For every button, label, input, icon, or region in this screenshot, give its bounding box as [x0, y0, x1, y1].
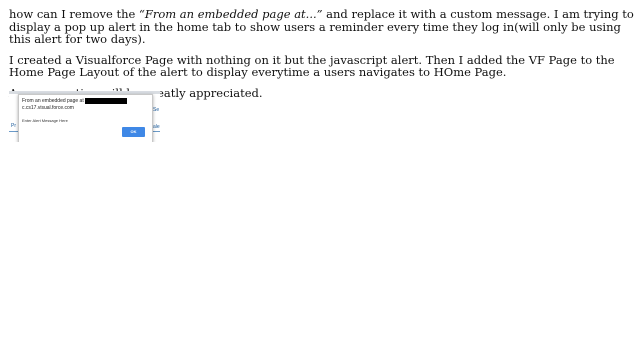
- alert-dialog-message: Enter Alert Message Here: [22, 118, 68, 123]
- alert-dialog-title: From an embedded page at: [22, 98, 84, 104]
- alert-dialog-host: c.cs17.visual.force.com: [22, 105, 74, 111]
- alert-screenshot-image: Pr Se ale From an embedded page at c.cs1…: [9, 91, 160, 142]
- question-paragraph-2: I created a Visualforce Page with nothin…: [9, 52, 615, 79]
- alert-ok-button[interactable]: OK: [122, 127, 145, 137]
- background-tab-text: Pr: [11, 123, 16, 129]
- javascript-alert-dialog: From an embedded page at c.cs17.visual.f…: [18, 94, 153, 142]
- background-side-text: ale: [153, 124, 160, 130]
- redacted-url-block: [85, 98, 127, 104]
- question-paragraph-1: how can I remove the “From an embedded p…: [9, 8, 634, 46]
- background-search-text: Se: [153, 107, 160, 113]
